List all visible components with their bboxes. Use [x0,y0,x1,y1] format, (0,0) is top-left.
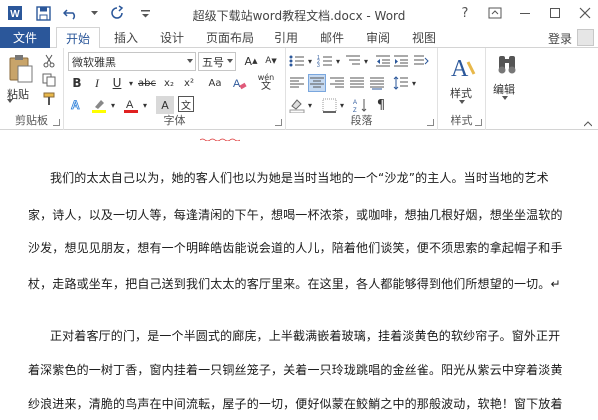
grow-font-label: A [244,54,253,68]
chinese-layout-icon[interactable] [412,52,430,70]
cut-icon[interactable] [40,52,58,70]
document-area[interactable]: 我们的太太自己以为，她的客人们也以为她是当时当地的一个“沙龙”的主人。当时当地的… [0,131,598,420]
tab-file[interactable]: 文件 [0,27,50,48]
font-size-value: 五号 [202,55,224,69]
paste-dropdown-icon[interactable] [7,99,13,103]
editing-group: 编辑 [486,48,528,130]
numbering-icon[interactable]: 123 [316,52,334,70]
align-center-icon[interactable] [308,74,326,92]
paragraph-dialog-launcher[interactable] [427,119,434,126]
clipboard-dialog-launcher[interactable] [53,119,60,126]
align-right-icon[interactable] [328,74,346,92]
font-group-label: 字体 [163,114,186,127]
document-line: 杖，走路或坐车，把自己送到我们太太的客厅里来。在这里，各人都能够得到他们所想望的… [28,277,561,291]
paragraph-group-label: 段落 [350,114,373,127]
increase-indent-icon[interactable] [392,52,410,70]
font-group: 微软雅黑 五号 A ▲ A ▼ B I U ▾ abc x₂ x² Aa A wén… [64,48,286,130]
styles-icon[interactable]: A [450,52,476,82]
title-bar: W 超级下载站word教程文档.docx - Word ? [0,0,598,27]
styles-button-label[interactable]: 样式 [450,85,472,101]
line-spacing-icon[interactable] [392,74,410,92]
collapse-ribbon-icon[interactable] [583,117,593,127]
underline-button[interactable]: U [108,74,126,92]
italic-button[interactable]: I [88,74,106,92]
justify-icon[interactable] [348,74,366,92]
tab-insert[interactable]: 插入 [114,27,138,48]
clear-formatting-icon[interactable]: A [230,74,248,92]
account-icon[interactable] [577,29,594,46]
ribbon-display-options-icon[interactable] [486,4,504,22]
sign-in-link[interactable]: 登录 [548,30,572,47]
strikethrough-button[interactable]: abc [136,74,158,92]
tab-mailings[interactable]: 邮件 [320,27,344,48]
multilevel-list-icon[interactable] [344,52,362,70]
distributed-icon[interactable] [368,74,386,92]
phonetic-char-label: 文 [261,81,271,92]
bullets-dropdown-icon[interactable]: ▾ [306,52,314,70]
styles-dropdown-icon[interactable] [459,100,465,104]
svg-text:A: A [451,56,469,82]
svg-text:3: 3 [317,63,320,68]
grow-font-button[interactable]: A ▲ [242,52,260,70]
tab-view[interactable]: 视图 [412,27,436,48]
svg-text:A: A [71,98,80,112]
close-icon[interactable] [576,4,594,22]
font-dialog-launcher[interactable] [275,119,282,126]
change-case-button[interactable]: Aa [204,74,226,92]
styles-group: A 样式 样式 [438,48,486,130]
ribbon: 粘贴 剪贴板 微软雅黑 五号 A▲ A▼ B I U ▾ abc x₂ x² [0,48,598,130]
document-line: 沙发，想见见朋友，想有一个明眸皓齿能说会道的人儿，陪着他们谈笑，便不须思索的拿起… [28,241,563,255]
line-spacing-dropdown-icon[interactable]: ▾ [410,74,418,92]
minimize-icon[interactable] [516,4,534,22]
editing-dropdown-icon[interactable] [502,96,508,100]
font-size-dropdown[interactable]: 五号 [198,52,236,71]
tab-review[interactable]: 审阅 [366,27,390,48]
multilevel-dropdown-icon[interactable]: ▾ [362,52,370,70]
font-name-dropdown[interactable]: 微软雅黑 [68,52,196,71]
help-button[interactable]: ? [456,4,474,22]
binoculars-icon[interactable] [496,52,520,80]
phonetic-guide-button[interactable]: wén 文 [250,73,282,93]
svg-text:A: A [233,78,241,90]
paragraph-group: ▾ 123 ▾ ▾ ▾ ▾ ▾ A Z ¶ 段落 [286,48,438,130]
ruler-squiggle [199,131,241,142]
svg-text:A: A [126,99,134,111]
underline-dropdown-icon[interactable]: ▾ [126,74,136,92]
align-left-icon[interactable] [288,74,306,92]
numbering-dropdown-icon[interactable]: ▾ [334,52,342,70]
format-painter-icon[interactable] [40,90,58,108]
decrease-indent-icon[interactable] [374,52,392,70]
window-controls: ? [456,4,594,22]
document-line: 纱浪进来，清脆的鸟声在中间流転，屋子的一切，便好似蒙在鲛鮹之中的那般波动，软艳！… [28,397,563,411]
tab-design[interactable]: 设计 [160,27,184,48]
paste-icon[interactable] [8,54,34,84]
tab-home[interactable]: 开始 [56,27,101,49]
superscript-button[interactable]: x² [180,74,198,92]
svg-text:A: A [353,100,357,106]
enclose-characters-button[interactable]: 文 [178,96,194,112]
tab-references[interactable]: 引用 [274,27,298,48]
shrink-font-button[interactable]: A ▼ [262,52,280,70]
document-line: 正对着客厅的门，是一个半圆式的廊庑，上半截满嵌着玻璃，挂着淡黄色的软纱帘子。窗外… [50,329,561,343]
ribbon-tabs: 文件 开始 插入 设计 页面布局 引用 邮件 审阅 视图 登录 [0,27,598,49]
font-name-value: 微软雅黑 [72,55,116,69]
bullets-icon[interactable] [288,52,306,70]
tab-page-layout[interactable]: 页面布局 [206,27,254,48]
maximize-icon[interactable] [546,4,564,22]
editing-button-label[interactable]: 编辑 [493,81,515,97]
subscript-button[interactable]: x₂ [160,74,178,92]
document-line: 我们的太太自己以为，她的客人们也以为她是当时当地的一个“沙龙”的主人。当时当地的… [50,171,549,185]
styles-dialog-launcher[interactable] [475,119,482,126]
copy-icon[interactable] [40,71,58,89]
bold-button[interactable]: B [68,74,86,92]
document-line: 着深紫色的一树丁香，窗内挂着一只铜丝笼子，关着一只玲珑跳唱的金丝雀。阳光从紫云中… [28,363,563,377]
document-line: 家，诗人，以及一切人等，每逢清闲的下午，想喝一杯浓茶，或咖啡，想抽几根好烟，想坐… [28,208,563,222]
clipboard-group: 粘贴 剪贴板 [0,48,64,130]
